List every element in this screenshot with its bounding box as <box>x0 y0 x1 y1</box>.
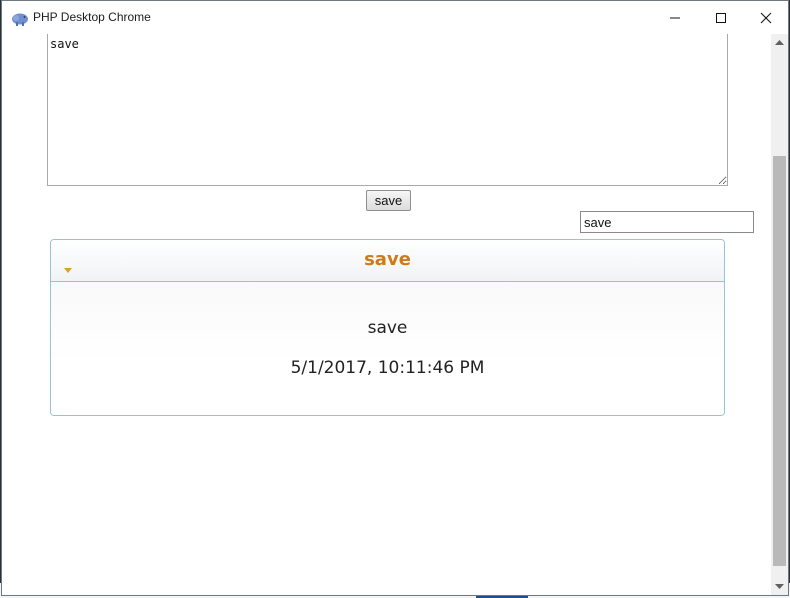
elephant-icon <box>11 11 29 26</box>
maximize-button[interactable] <box>698 1 744 34</box>
accordion-body: save 5/1/2017, 10:11:46 PM <box>51 282 724 415</box>
filter-input[interactable] <box>580 211 754 233</box>
entry-text: save <box>367 318 408 338</box>
note-textarea[interactable]: save <box>47 34 728 186</box>
page-content: save save save save 5/1/2017, 10:11:46 P… <box>2 34 772 595</box>
window-title: PHP Desktop Chrome <box>33 10 151 24</box>
scroll-up-arrow-icon[interactable] <box>771 34 788 51</box>
close-button[interactable] <box>743 1 789 34</box>
minimize-icon <box>670 17 680 19</box>
accordion-title: save <box>364 249 411 270</box>
close-icon <box>760 12 772 24</box>
save-button[interactable]: save <box>366 190 411 211</box>
title-bar[interactable]: PHP Desktop Chrome <box>2 1 788 34</box>
vertical-scrollbar[interactable] <box>771 34 788 595</box>
accordion-panel: save save 5/1/2017, 10:11:46 PM <box>50 239 725 416</box>
entry-timestamp: 5/1/2017, 10:11:46 PM <box>290 358 485 378</box>
app-window: PHP Desktop Chrome save save save save s… <box>1 0 789 596</box>
scrollbar-thumb[interactable] <box>773 156 786 566</box>
scroll-down-arrow-icon[interactable] <box>771 578 788 595</box>
minimize-button[interactable] <box>652 1 698 34</box>
accordion-header[interactable]: save <box>51 240 724 282</box>
maximize-icon <box>716 13 726 23</box>
